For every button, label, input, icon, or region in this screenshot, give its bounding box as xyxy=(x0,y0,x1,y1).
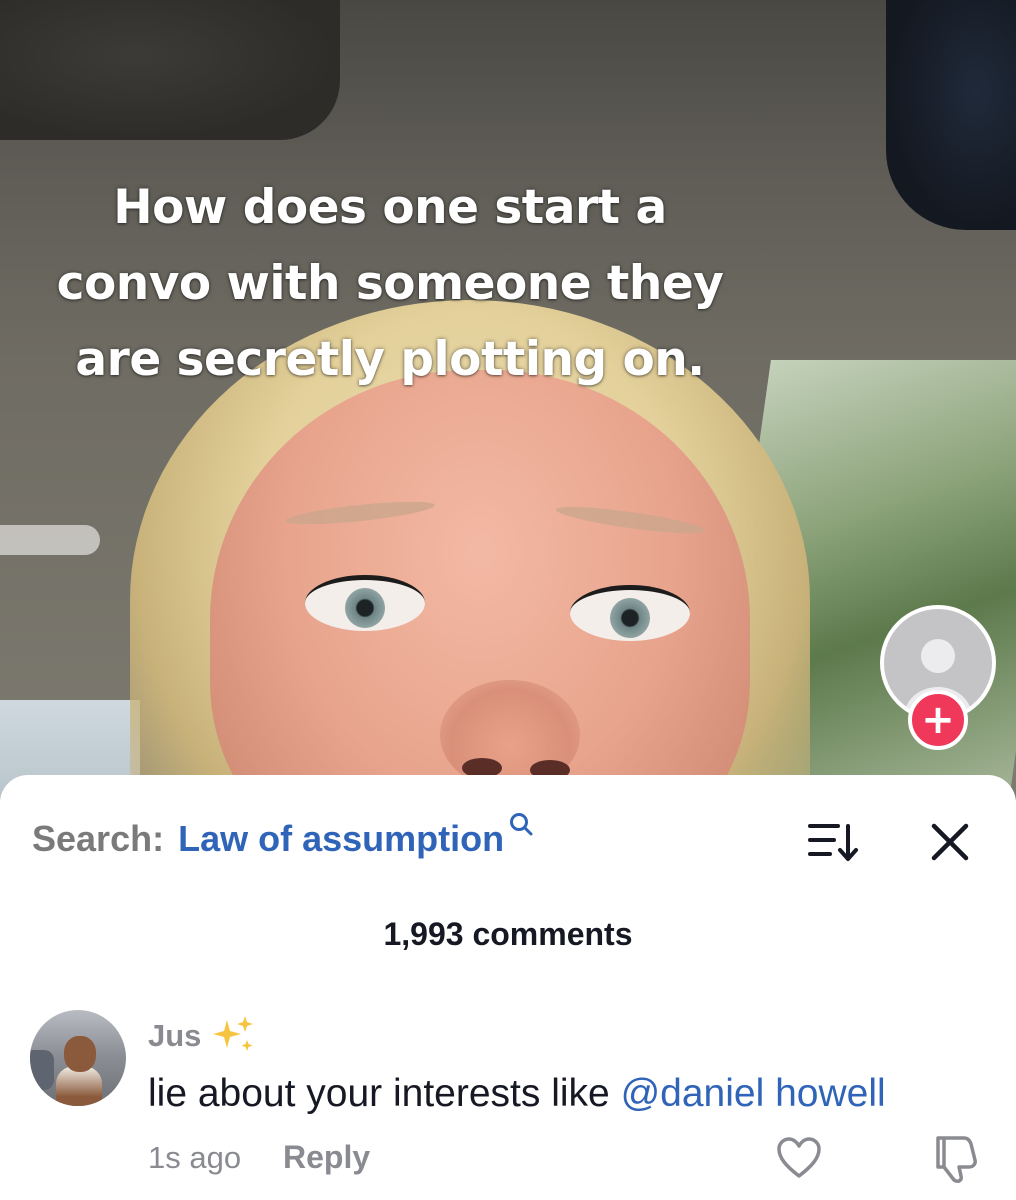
sparkles-icon xyxy=(213,1016,254,1051)
comment-text: lie about your interests like xyxy=(148,1072,621,1115)
reply-button[interactable]: Reply xyxy=(283,1139,370,1176)
default-avatar-icon xyxy=(921,639,955,673)
car-pillar xyxy=(886,0,1016,230)
caption-line: convo with someone they xyxy=(56,256,724,311)
search-suggestion[interactable]: Search: Law of assumption xyxy=(32,813,534,862)
caption-line: are secretly plotting on. xyxy=(75,332,705,387)
follow-button[interactable]: + xyxy=(908,690,968,750)
sun-visor xyxy=(0,525,100,555)
search-term-link[interactable]: Law of assumption xyxy=(178,818,504,860)
comment-username[interactable]: Jus xyxy=(148,1016,257,1056)
car-ceiling xyxy=(0,0,340,140)
mention-link[interactable]: @daniel howell xyxy=(621,1072,886,1115)
right-eye xyxy=(570,585,690,641)
username-text: Jus xyxy=(148,1018,202,1053)
commenter-avatar[interactable] xyxy=(30,1010,126,1106)
comment-body: lie about your interests like @daniel ho… xyxy=(148,1072,886,1116)
sort-icon[interactable] xyxy=(808,820,860,864)
left-eye xyxy=(305,575,425,631)
caption-line: How does one start a xyxy=(113,180,667,235)
comments-count: 1,993 comments xyxy=(383,916,633,952)
comment-timestamp: 1s ago xyxy=(148,1140,242,1175)
close-icon[interactable] xyxy=(928,820,972,864)
video-player[interactable]: How does one start a convo with someone … xyxy=(0,0,1016,800)
heart-icon[interactable] xyxy=(776,1136,822,1180)
thumbs-down-icon[interactable] xyxy=(930,1134,978,1184)
search-icon xyxy=(510,813,533,836)
video-caption: How does one start a convo with someone … xyxy=(0,170,780,398)
search-label: Search: xyxy=(32,818,165,859)
